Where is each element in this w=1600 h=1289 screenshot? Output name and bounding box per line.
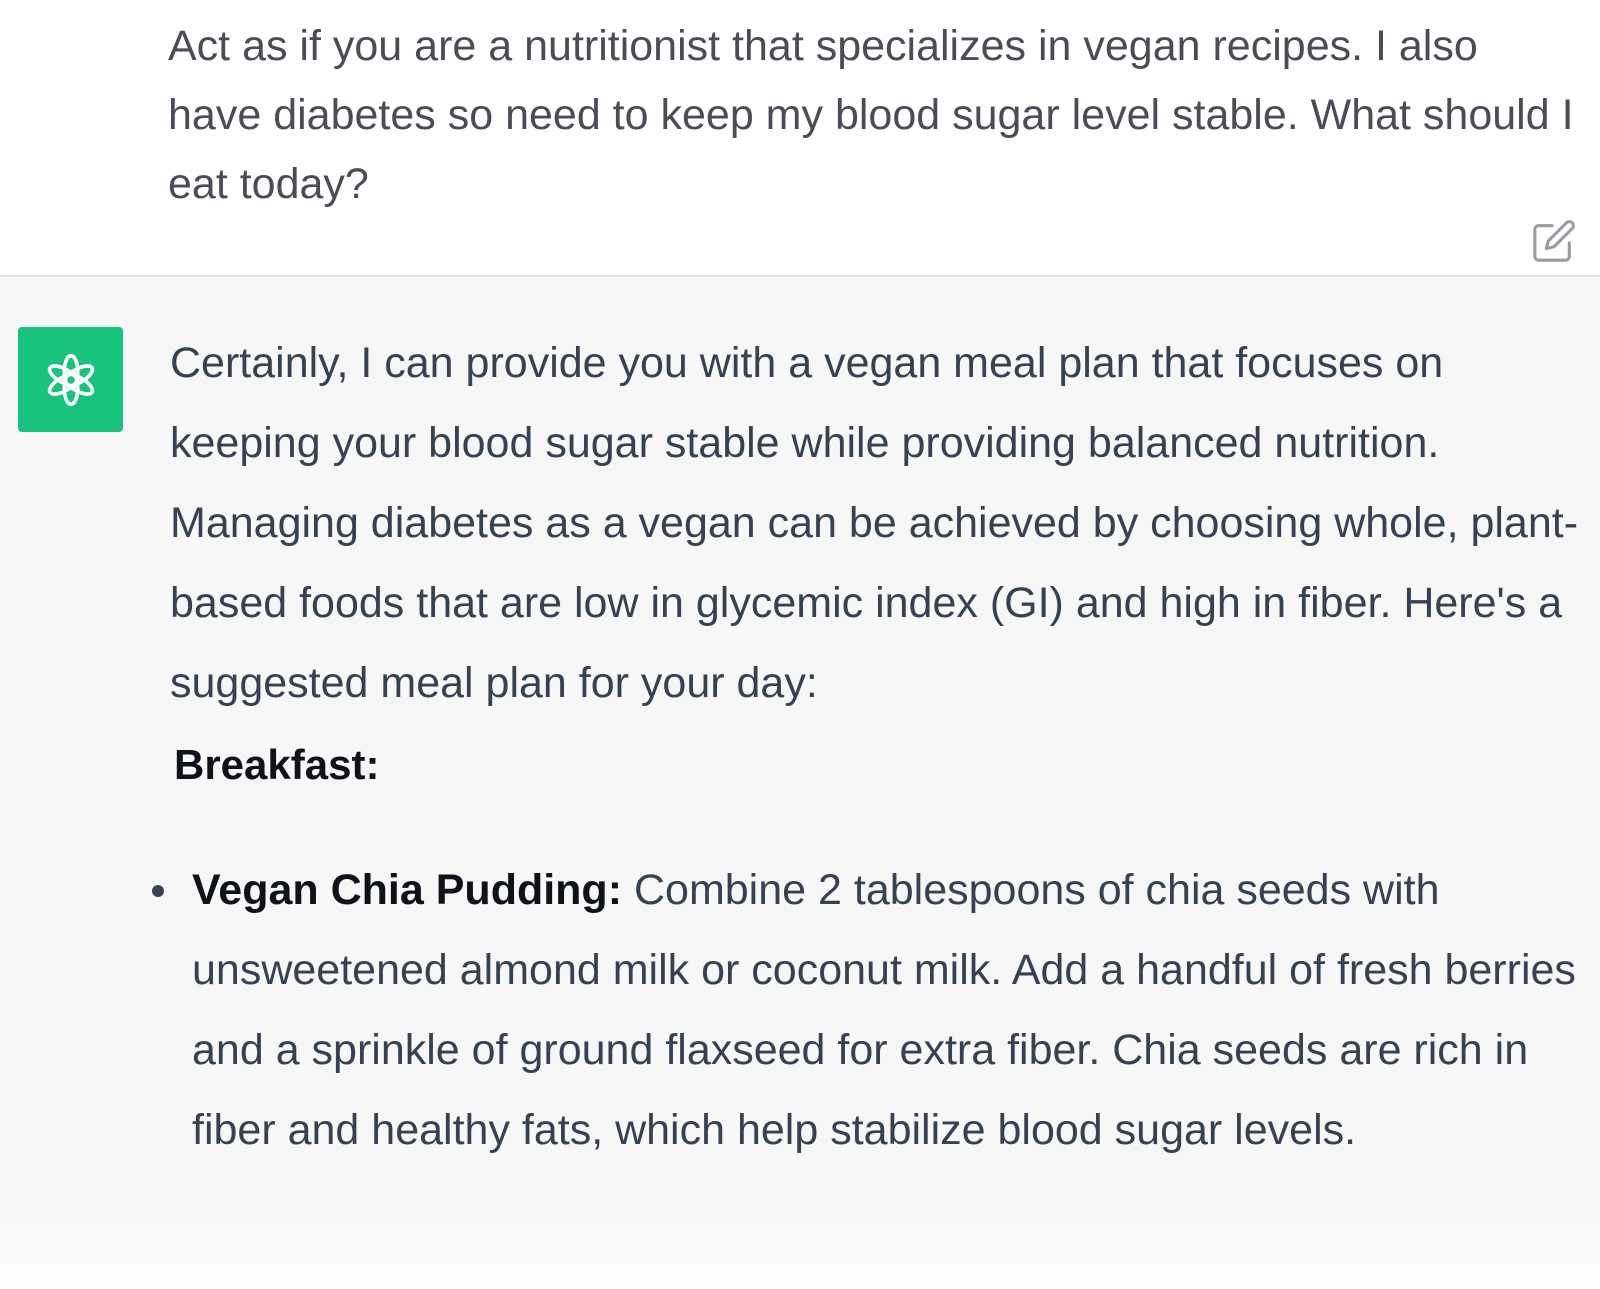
- user-message: Act as if you are a nutritionist that sp…: [0, 0, 1600, 277]
- list-item: Vegan Chia Pudding: Combine 2 tablespoon…: [152, 850, 1590, 1170]
- response-intro: Certainly, I can provide you with a vega…: [170, 339, 1579, 707]
- bottom-fade: [0, 1169, 1600, 1289]
- user-message-text: Act as if you are a nutritionist that sp…: [168, 22, 1574, 208]
- chatgpt-logo-icon: [18, 327, 123, 432]
- breakfast-list: Vegan Chia Pudding: Combine 2 tablespoon…: [152, 850, 1590, 1170]
- assistant-message: Certainly, I can provide you with a vega…: [0, 277, 1600, 1289]
- assistant-response: Certainly, I can provide you with a vega…: [152, 323, 1590, 1170]
- bullet-icon: [152, 885, 164, 897]
- breakfast-heading: Breakfast:: [174, 741, 380, 788]
- edit-icon[interactable]: [1531, 218, 1577, 264]
- list-item-title: Vegan Chia Pudding:: [192, 866, 623, 914]
